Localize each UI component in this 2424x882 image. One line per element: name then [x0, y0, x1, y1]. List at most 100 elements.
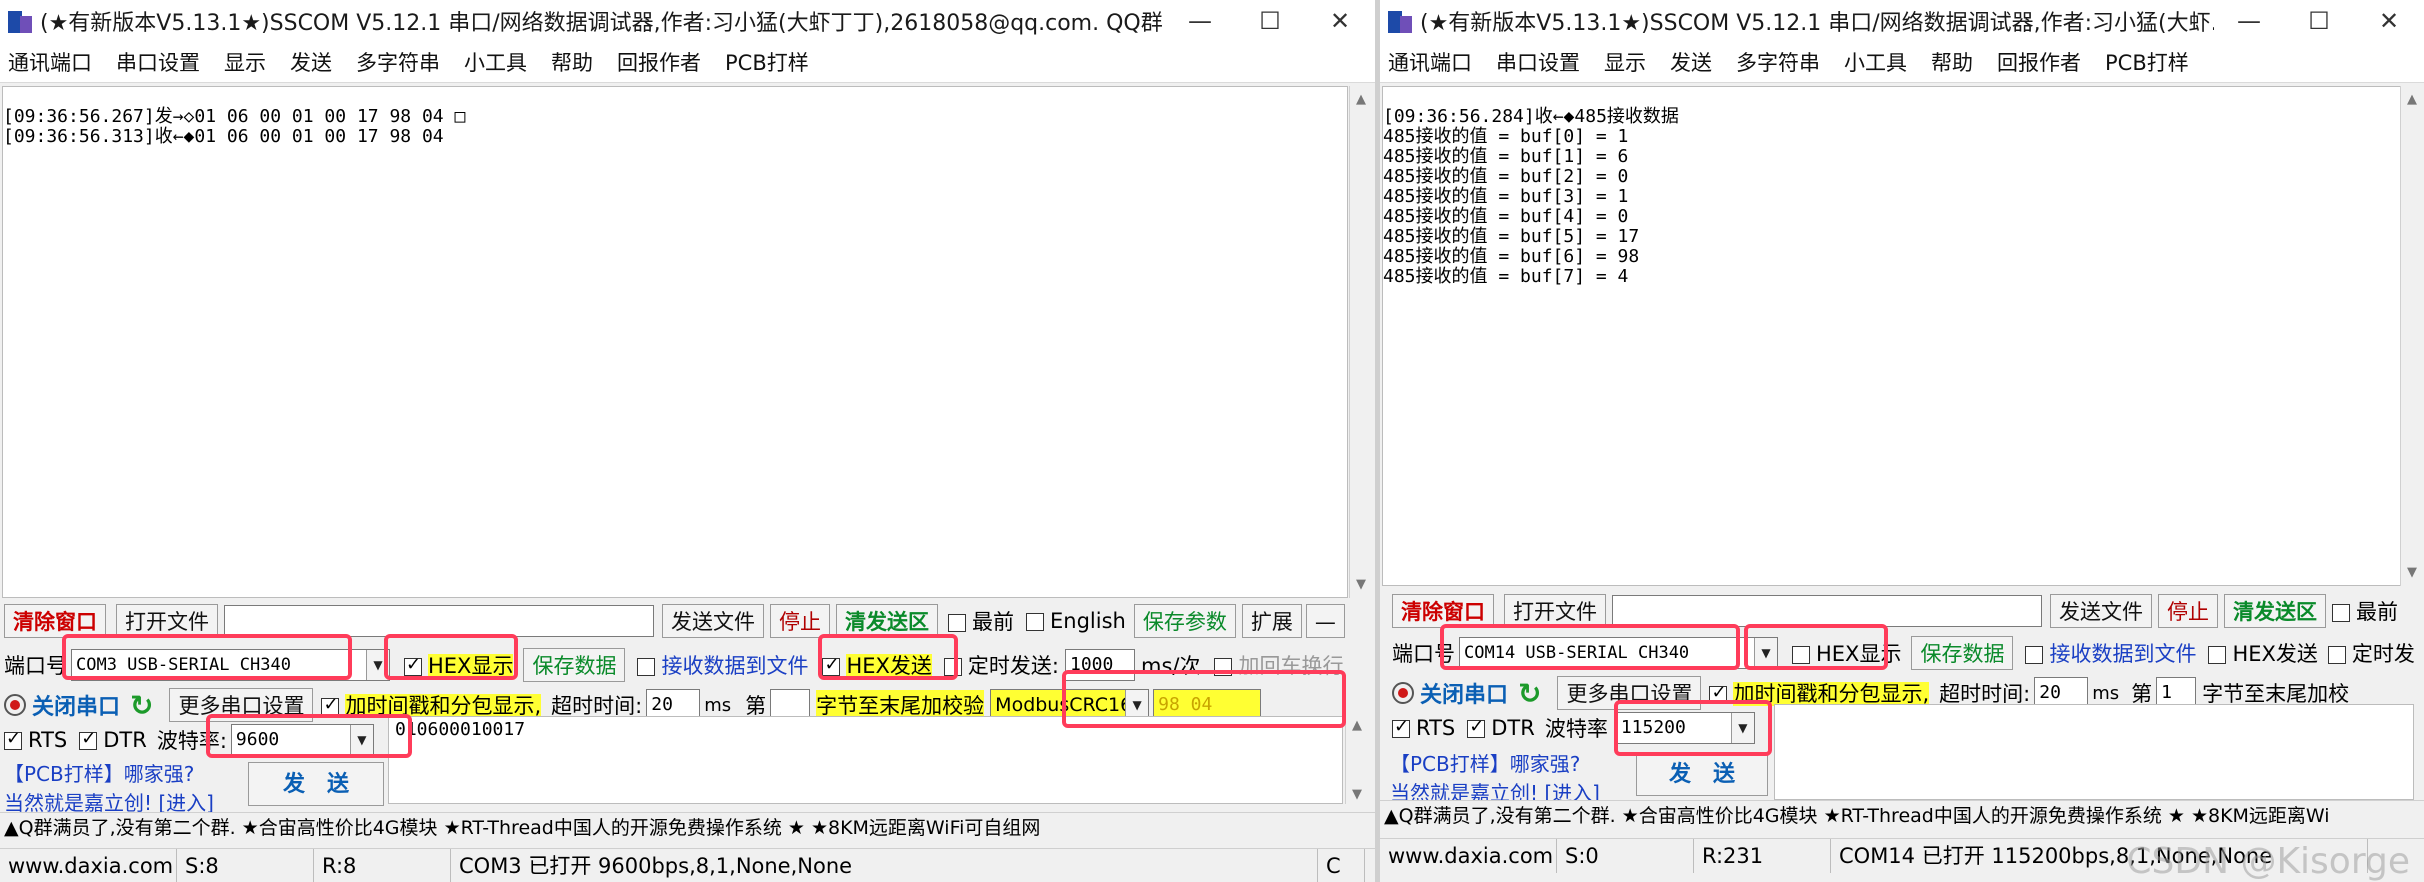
- ad-ticker[interactable]: ▲Q群满员了,没有第二个群. ★合宙高性价比4G模块 ★RT-Thread中国人…: [0, 812, 1375, 843]
- chevron-down-icon[interactable]: ▼: [349, 725, 373, 755]
- sscom-window-left: (★有新版本V5.13.1★)SSCOM V5.12.1 串口/网络数据调试器,…: [0, 0, 1375, 882]
- title-bar[interactable]: (★有新版本V5.13.1★)SSCOM V5.12.1 串口/网络数据调试器,…: [0, 0, 1375, 42]
- interval-unit: ms/次: [1140, 654, 1201, 678]
- menu-send[interactable]: 发送: [282, 47, 340, 77]
- rts-checkbox[interactable]: RTS: [1392, 716, 1455, 740]
- menu-pcb[interactable]: PCB打样: [2097, 47, 2197, 77]
- send-file-button[interactable]: 发送文件: [662, 604, 764, 638]
- close-icon[interactable]: ✕: [1305, 7, 1375, 35]
- more-settings-button[interactable]: 更多串口设置: [1557, 676, 1702, 710]
- status-website[interactable]: www.daxia.com: [1380, 839, 1557, 873]
- interval-input[interactable]: 1000: [1064, 649, 1135, 681]
- save-params-button[interactable]: 保存参数: [1133, 604, 1236, 638]
- port-select[interactable]: COM3 USB-SERIAL CH340 ▼: [71, 649, 390, 681]
- menu-display[interactable]: 显示: [216, 47, 274, 77]
- rts-checkbox[interactable]: RTS: [4, 728, 67, 752]
- scroll-up-icon[interactable]: ▲: [1350, 92, 1372, 107]
- timed-send-checkbox[interactable]: 定时发送:: [943, 650, 1059, 680]
- receive-area[interactable]: [09:36:56.267]发→◇01 06 00 01 00 17 98 04…: [2, 86, 1348, 598]
- recv-to-file-checkbox[interactable]: 接收数据到文件: [637, 650, 808, 680]
- menu-tools[interactable]: 小工具: [1836, 47, 1915, 77]
- chevron-down-icon[interactable]: ▼: [366, 650, 389, 680]
- open-file-button[interactable]: 打开文件: [1504, 594, 1606, 628]
- minimize-icon[interactable]: —: [2214, 7, 2284, 35]
- chevron-down-icon[interactable]: ▼: [1730, 713, 1754, 743]
- file-path-input[interactable]: [1612, 595, 2042, 627]
- add-crlf-checkbox[interactable]: 加回车换行: [1214, 650, 1343, 680]
- close-port-button[interactable]: 关闭串口: [1420, 677, 1508, 709]
- menu-comm-port[interactable]: 通讯端口: [1380, 47, 1480, 77]
- save-data-button[interactable]: 保存数据: [1911, 636, 2014, 670]
- send-button[interactable]: 发 送: [1636, 752, 1768, 796]
- send-scrollbar[interactable]: ▲ ▼: [1345, 716, 1368, 804]
- scroll-down-icon[interactable]: ▼: [2401, 565, 2423, 580]
- menu-serial-settings[interactable]: 串口设置: [108, 47, 208, 77]
- recv-to-file-checkbox[interactable]: 接收数据到文件: [2025, 638, 2196, 668]
- ad-ticker[interactable]: ▲Q群满员了,没有第二个群. ★合宙高性价比4G模块 ★RT-Thread中国人…: [1380, 800, 2424, 831]
- save-data-button[interactable]: 保存数据: [523, 648, 626, 682]
- scroll-up-icon[interactable]: ▲: [2401, 92, 2423, 107]
- dtr-checkbox[interactable]: DTR: [1467, 716, 1535, 740]
- hex-send-checkbox[interactable]: HEX发送: [2208, 638, 2318, 668]
- collapse-button[interactable]: —: [1305, 604, 1345, 638]
- recv-line: [09:36:56.284]收←◆485接收数据: [1383, 106, 1679, 127]
- menu-tools[interactable]: 小工具: [456, 47, 535, 77]
- send-file-button[interactable]: 发送文件: [2050, 594, 2152, 628]
- clear-window-button[interactable]: 清除窗口: [1392, 594, 1494, 628]
- send-button[interactable]: 发 送: [248, 762, 384, 806]
- pcb-ad-line[interactable]: 【PCB打样】哪家强?: [4, 758, 214, 787]
- status-website[interactable]: www.daxia.com: [0, 849, 177, 882]
- menu-help[interactable]: 帮助: [1923, 47, 1981, 77]
- title-bar[interactable]: (★有新版本V5.13.1★)SSCOM V5.12.1 串口/网络数据调试器,…: [1380, 0, 2424, 42]
- menu-multi-string[interactable]: 多字符串: [348, 47, 448, 77]
- port-select[interactable]: COM14 USB-SERIAL CH340 ▼: [1459, 637, 1778, 669]
- menu-report-author[interactable]: 回报作者: [609, 47, 709, 77]
- menu-send[interactable]: 发送: [1662, 47, 1720, 77]
- hex-display-checkbox[interactable]: HEX显示: [1792, 638, 1901, 668]
- baud-select[interactable]: 115200 ▼: [1615, 712, 1755, 744]
- receive-area[interactable]: [09:36:56.284]收←◆485接收数据 485接收的值 = buf[0]…: [1382, 86, 2418, 586]
- menu-pcb[interactable]: PCB打样: [717, 47, 817, 77]
- expand-button[interactable]: 扩展: [1241, 604, 1302, 638]
- receive-scrollbar[interactable]: ▲ ▼: [2400, 86, 2423, 586]
- menu-report-author[interactable]: 回报作者: [1989, 47, 2089, 77]
- timed-send-checkbox[interactable]: 定时发: [2327, 638, 2415, 668]
- scroll-down-icon[interactable]: ▼: [1350, 577, 1372, 592]
- pcb-ad[interactable]: 【PCB打样】哪家强? 当然就是嘉立创! [进入]: [4, 758, 214, 816]
- hex-display-checkbox[interactable]: HEX显示: [404, 650, 514, 680]
- topmost-checkbox[interactable]: 最前: [948, 606, 1014, 636]
- menu-display[interactable]: 显示: [1596, 47, 1654, 77]
- chevron-down-icon[interactable]: ▼: [1754, 638, 1777, 668]
- send-input[interactable]: 010600010017: [388, 716, 1343, 804]
- maximize-icon[interactable]: ☐: [2284, 7, 2354, 35]
- clear-send-button[interactable]: 清发送区: [836, 604, 938, 638]
- hex-send-checkbox[interactable]: HEX发送: [822, 650, 932, 680]
- clear-window-button[interactable]: 清除窗口: [4, 604, 106, 638]
- open-file-button[interactable]: 打开文件: [116, 604, 218, 638]
- refresh-icon[interactable]: ↻: [130, 689, 153, 722]
- pcb-ad[interactable]: 【PCB打样】哪家强? 当然就是嘉立创! [进入]: [1390, 748, 1600, 806]
- maximize-icon[interactable]: ☐: [1235, 7, 1305, 35]
- menu-multi-string[interactable]: 多字符串: [1728, 47, 1828, 77]
- receive-scrollbar[interactable]: ▲ ▼: [1349, 86, 1372, 598]
- topmost-checkbox[interactable]: 最前: [2332, 596, 2398, 626]
- baud-select[interactable]: 9600 ▼: [230, 724, 374, 756]
- send-input[interactable]: [1774, 704, 2414, 800]
- scroll-up-icon[interactable]: ▲: [1346, 718, 1368, 733]
- close-icon[interactable]: ✕: [2354, 7, 2424, 35]
- clear-send-button[interactable]: 清发送区: [2224, 594, 2326, 628]
- scroll-down-icon[interactable]: ▼: [1346, 787, 1368, 802]
- pcb-ad-line[interactable]: 【PCB打样】哪家强?: [1390, 748, 1600, 777]
- refresh-icon[interactable]: ↻: [1518, 677, 1541, 710]
- english-checkbox[interactable]: English: [1026, 609, 1126, 633]
- menu-comm-port[interactable]: 通讯端口: [0, 47, 100, 77]
- stop-button[interactable]: 停止: [2158, 594, 2218, 628]
- more-settings-button[interactable]: 更多串口设置: [169, 688, 314, 722]
- minimize-icon[interactable]: —: [1165, 7, 1235, 35]
- stop-button[interactable]: 停止: [770, 604, 830, 638]
- dtr-checkbox[interactable]: DTR: [79, 728, 147, 752]
- close-port-button[interactable]: 关闭串口: [32, 689, 120, 721]
- menu-serial-settings[interactable]: 串口设置: [1488, 47, 1588, 77]
- file-path-input[interactable]: [224, 605, 654, 637]
- menu-help[interactable]: 帮助: [543, 47, 601, 77]
